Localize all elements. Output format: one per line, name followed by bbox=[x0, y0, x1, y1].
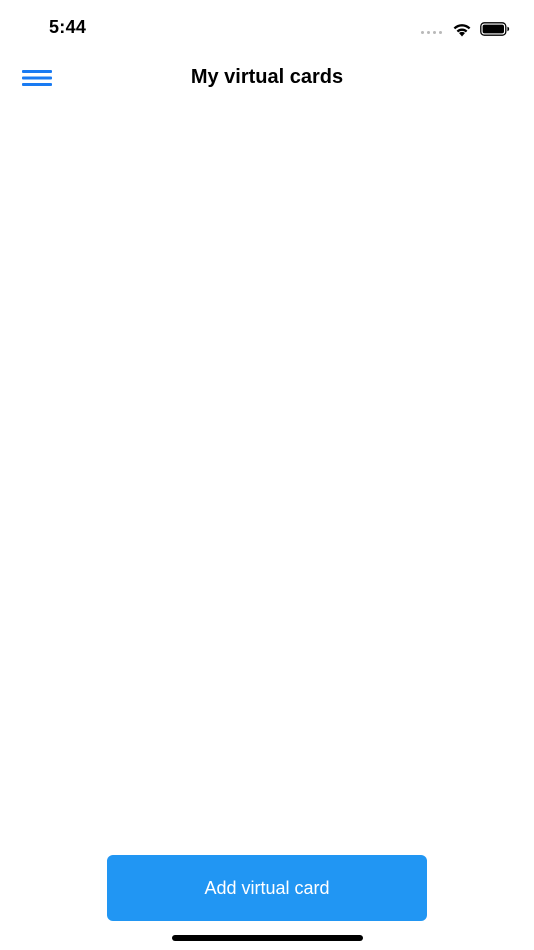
home-indicator[interactable] bbox=[172, 935, 363, 941]
status-bar: 5:44 bbox=[0, 0, 534, 56]
wifi-icon bbox=[453, 23, 471, 36]
status-indicators bbox=[421, 18, 510, 40]
battery-icon bbox=[480, 22, 510, 36]
add-virtual-card-button[interactable]: Add virtual card bbox=[107, 855, 427, 921]
navigation-bar: My virtual cards bbox=[0, 56, 534, 100]
signal-dots-icon bbox=[421, 30, 442, 34]
virtual-cards-list bbox=[0, 100, 534, 840]
page-title: My virtual cards bbox=[190, 66, 344, 88]
status-time: 5:44 bbox=[49, 17, 87, 37]
